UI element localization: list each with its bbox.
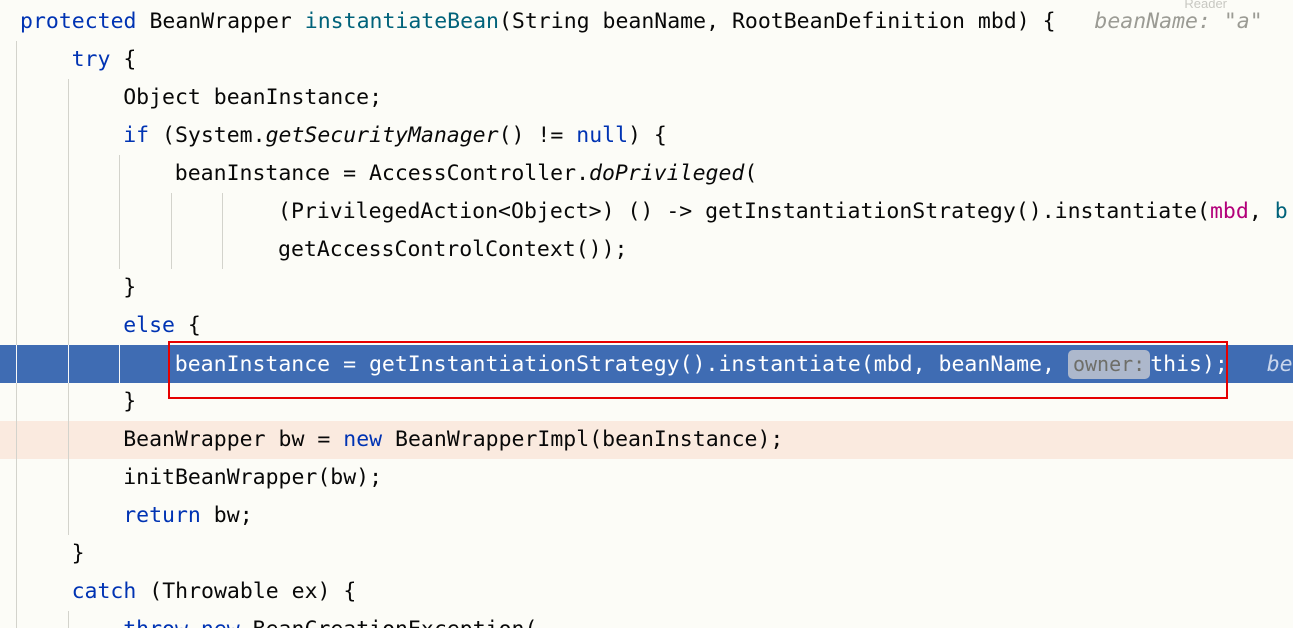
code-token: } [123,275,137,300]
code-token: this); [1150,352,1228,377]
code-line[interactable]: } [72,535,85,573]
code-token: beanInstance = getInstantiationStrategy(… [174,352,1068,377]
code-token: ( [744,161,758,186]
code-token: , [1248,199,1275,224]
code-token: } [123,389,137,414]
code-line[interactable]: initBeanWrapper(bw); [123,459,382,497]
code-line[interactable]: BeanWrapper bw = new BeanWrapperImpl(bea… [123,421,783,459]
code-token: } [71,541,85,566]
code-token: if [123,123,150,148]
indent-guide-on-selection [67,345,69,383]
code-token: try [71,47,111,72]
code-token: (Throwable ex) { [136,579,357,604]
code-token: getSecurityManager [265,123,499,148]
code-token: BeanCreationException( [240,617,538,628]
code-token: (PrivilegedAction<Object>) () -> getInst… [278,199,1210,224]
code-token: null [576,123,629,148]
code-token: { [110,47,137,72]
code-line[interactable]: protected BeanWrapper instantiateBean(St… [20,3,1263,41]
code-token: return [123,503,201,528]
code-token: getAccessControlContext()); [278,237,628,262]
code-line[interactable]: if (System.getSecurityManager() != null)… [123,117,667,155]
code-token: new [201,617,240,628]
inlay-parameter-hint[interactable]: be [1267,352,1293,377]
code-token: (String beanName, RootBeanDefinition mbd… [498,9,1056,34]
code-line[interactable]: beanInstance = getInstantiationStrategy(… [175,345,1293,383]
indent-guide-on-selection [119,345,121,383]
code-token: b [1274,199,1288,224]
code-token: BeanWrapper [149,9,292,34]
code-line[interactable]: try { [72,41,137,79]
code-line[interactable]: throw new BeanCreationException( [123,611,537,628]
code-line[interactable]: (PrivilegedAction<Object>) () -> getInst… [278,193,1288,231]
code-line[interactable]: else { [123,307,201,345]
code-token: bw; [200,503,253,528]
indent-guide [67,79,69,535]
code-token: doPrivileged [589,161,745,186]
code-token: BeanWrapperImpl(beanInstance); [382,427,784,452]
code-token: { [174,313,201,338]
code-token: Object beanInstance; [123,85,383,110]
code-token: initBeanWrapper(bw); [123,465,383,490]
code-token: else [123,313,175,338]
indent-guide-on-selection [16,345,17,383]
code-token: (System. [149,123,266,148]
indent-guide [67,611,69,628]
code-token: throw [123,617,188,628]
code-line[interactable]: getAccessControlContext()); [278,231,628,269]
code-token: instantiateBean [304,9,499,34]
code-token: beanInstance = AccessController. [174,161,590,186]
code-token: ) { [628,123,667,148]
code-token: protected [20,9,137,34]
inlay-parameter-hint[interactable]: beanName: "a" [1094,9,1262,34]
code-token: () != [498,123,577,148]
code-token: BeanWrapper bw = [123,427,344,452]
indent-guide [119,155,121,269]
code-line[interactable]: return bw; [123,497,252,535]
code-line[interactable]: catch (Throwable ex) { [72,573,357,611]
code-token: catch [71,579,137,604]
code-line[interactable]: } [123,383,136,421]
inlay-hint-owner[interactable]: owner: [1067,350,1151,379]
code-editor[interactable]: Reader protected BeanWrapper instantiate… [0,0,1293,628]
code-token: mbd [1209,199,1249,224]
indent-guide [170,193,172,269]
code-line[interactable]: Object beanInstance; [123,79,382,117]
code-line[interactable]: beanInstance = AccessController.doPrivil… [175,155,758,193]
indent-guide [16,41,17,628]
code-token: new [343,427,383,452]
indent-guide [222,193,224,269]
code-line[interactable]: } [123,269,136,307]
